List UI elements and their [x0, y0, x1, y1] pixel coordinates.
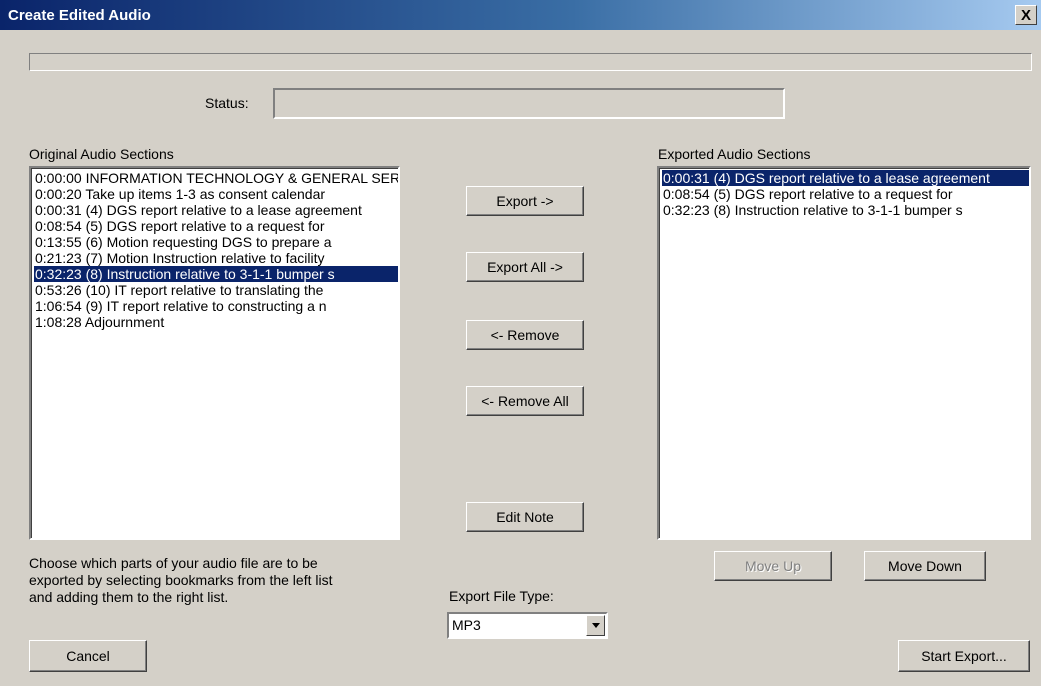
list-item[interactable]: 0:00:00 INFORMATION TECHNOLOGY & GENERAL… — [34, 170, 398, 186]
move-up-button[interactable]: Move Up — [714, 551, 832, 581]
list-item[interactable]: 0:08:54 (5) DGS report relative to a req… — [662, 186, 1029, 202]
dropdown-arrow-icon[interactable] — [586, 615, 605, 636]
list-item[interactable]: 0:00:31 (4) DGS report relative to a lea… — [662, 170, 1029, 186]
status-field — [273, 88, 785, 119]
close-button[interactable]: X — [1015, 5, 1037, 25]
window-title: Create Edited Audio — [8, 7, 151, 24]
list-item[interactable]: 0:32:23 (8) Instruction relative to 3-1-… — [34, 266, 398, 282]
export-button[interactable]: Export -> — [466, 186, 584, 216]
remove-all-button[interactable]: <- Remove All — [466, 386, 584, 416]
status-label: Status: — [205, 95, 249, 111]
list-item[interactable]: 0:32:23 (8) Instruction relative to 3-1-… — [662, 202, 1029, 218]
exported-sections-heading: Exported Audio Sections — [658, 146, 811, 162]
original-sections-heading: Original Audio Sections — [29, 146, 174, 162]
list-item[interactable]: 0:21:23 (7) Motion Instruction relative … — [34, 250, 398, 266]
file-type-label: Export File Type: — [449, 588, 554, 604]
instructions-text: Choose which parts of your audio file ar… — [29, 555, 333, 605]
progress-bar — [29, 53, 1032, 71]
remove-button[interactable]: <- Remove — [466, 320, 584, 350]
export-all-button[interactable]: Export All -> — [466, 252, 584, 282]
file-type-value: MP3 — [452, 617, 481, 633]
original-sections-list[interactable]: 0:00:00 INFORMATION TECHNOLOGY & GENERAL… — [29, 166, 400, 540]
move-down-button[interactable]: Move Down — [864, 551, 986, 581]
list-item[interactable]: 1:06:54 (9) IT report relative to constr… — [34, 298, 398, 314]
edit-note-button[interactable]: Edit Note — [466, 502, 584, 532]
list-item[interactable]: 0:08:54 (5) DGS report relative to a req… — [34, 218, 398, 234]
file-type-select[interactable]: MP3 — [447, 612, 608, 639]
cancel-button[interactable]: Cancel — [29, 640, 147, 672]
title-bar: Create Edited Audio X — [0, 0, 1041, 30]
list-item[interactable]: 0:00:20 Take up items 1-3 as consent cal… — [34, 186, 398, 202]
list-item[interactable]: 0:13:55 (6) Motion requesting DGS to pre… — [34, 234, 398, 250]
start-export-button[interactable]: Start Export... — [898, 640, 1030, 672]
list-item[interactable]: 0:53:26 (10) IT report relative to trans… — [34, 282, 398, 298]
list-item[interactable]: 0:00:31 (4) DGS report relative to a lea… — [34, 202, 398, 218]
list-item[interactable]: 1:08:28 Adjournment — [34, 314, 398, 330]
exported-sections-list[interactable]: 0:00:31 (4) DGS report relative to a lea… — [657, 166, 1031, 540]
